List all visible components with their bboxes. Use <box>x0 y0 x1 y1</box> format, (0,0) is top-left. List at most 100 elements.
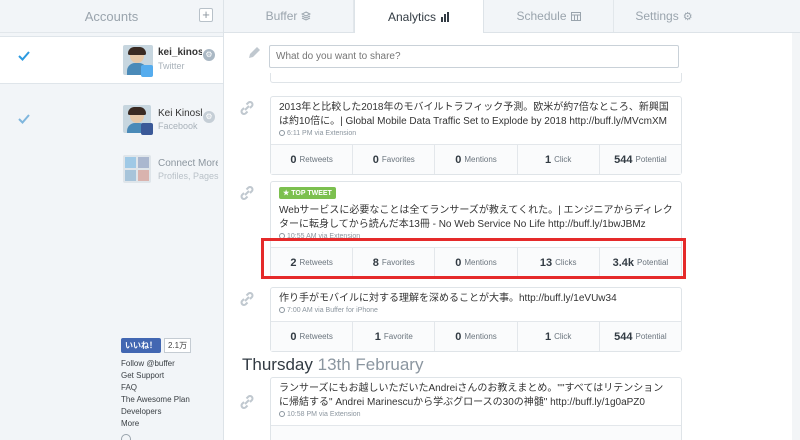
stat-retweets: 0 Retweets <box>271 145 354 174</box>
buffer-app: Accounts + kei_kinoshi Twitter ⚙ Kei Kin… <box>0 0 800 440</box>
stat-label: Mentions <box>464 155 497 164</box>
stat-value: 0 <box>290 153 297 166</box>
post-text: ランサーズにもお越しいただいたAndreiさんのお教えまとめ。""すべてはリテン… <box>279 383 664 408</box>
tab-schedule[interactable]: Schedule <box>484 0 614 32</box>
accounts-header: Accounts + <box>0 0 223 33</box>
stat-label: Mentions <box>464 332 497 341</box>
stat-potential: 544 Potential <box>600 145 681 174</box>
stat-label: Retweets <box>299 155 333 164</box>
post-time: 10:58 PM <box>287 411 317 418</box>
checkmark-icon <box>18 51 30 61</box>
twitter-badge-icon <box>141 65 153 77</box>
post-card: 作り手がモバイルに対する理解を深めることが大事。http://buff.ly/1… <box>270 287 682 352</box>
account-twitter[interactable]: kei_kinoshi Twitter ⚙ <box>0 36 223 84</box>
stat-value: 1 <box>544 153 552 166</box>
facebook-like-count: 2.1万 <box>164 338 192 353</box>
scrollbar[interactable] <box>792 33 800 440</box>
checkmark-icon <box>18 114 30 124</box>
sidebar-links: いいね！ 2.1万 Follow @buffer Get Support FAQ… <box>121 338 192 440</box>
day-date: 13th February <box>317 355 424 374</box>
stat-value: 0 <box>455 330 462 343</box>
post-stats: 0 Retweets 0 Favorites 0 Mentions 1 Click 54… <box>271 144 681 174</box>
post-text: Webサービスに必要なことは全てランサーズが教えてくれた。| エンジニアからディ… <box>279 205 673 230</box>
stat-value: 0 <box>455 153 462 166</box>
compose-input[interactable] <box>269 45 679 68</box>
clock-icon <box>279 130 285 136</box>
tab-analytics-label: Analytics <box>387 10 437 24</box>
post-meta: 10:58 PM via Extension <box>271 410 681 422</box>
gear-icon: ⚙ <box>682 10 693 23</box>
add-account-button[interactable]: + <box>199 8 213 22</box>
faq-link[interactable]: FAQ <box>121 382 191 394</box>
stack-icon <box>301 11 312 21</box>
link-icon <box>240 395 254 409</box>
tab-buffer[interactable]: Buffer <box>224 0 354 32</box>
stat-value: 0 <box>372 153 379 166</box>
account-facebook[interactable]: Kei Kinoshi Facebook ⚙ <box>0 101 223 137</box>
post-stats <box>271 425 681 440</box>
stat-value: 544 <box>614 330 633 343</box>
stat-label: Click <box>554 155 572 164</box>
stat-value: 1 <box>374 330 381 343</box>
clock-icon <box>279 411 285 417</box>
connect-more-sub: Profiles, Pages <box>158 171 219 181</box>
post-meta: 6:11 PM via Extension <box>271 129 681 141</box>
get-support-link[interactable]: Get Support <box>121 370 191 382</box>
account-name: Kei Kinoshi <box>158 108 202 119</box>
analytics-feed: 2013年と比較した2018年のモバイルトラフィック予測。欧米が約7倍なところ、… <box>224 33 800 440</box>
stat-mentions: 0 Mentions <box>435 145 518 174</box>
stat-favorites: 1 Favorite <box>353 322 436 351</box>
account-settings-icon[interactable]: ⚙ <box>203 49 215 61</box>
clock-icon <box>279 307 285 313</box>
pencil-icon <box>249 47 260 58</box>
awesome-plan-link[interactable]: The Awesome Plan <box>121 394 191 406</box>
stat-label: Favorite <box>383 332 413 341</box>
facebook-badge-icon <box>141 123 153 135</box>
stat-clicks: 1 Click <box>518 322 600 351</box>
stat-label: Click <box>554 332 572 341</box>
stat-value: 544 <box>614 153 633 166</box>
post-text: 2013年と比較した2018年のモバイルトラフィック予測。欧米が約7倍なところ、… <box>279 102 669 127</box>
stat-label: Favorites <box>381 155 415 164</box>
account-name: kei_kinoshi <box>158 47 202 58</box>
stat-clicks: 1 Click <box>518 145 600 174</box>
highlight-annotation-box <box>261 238 686 279</box>
previous-post-card <box>270 73 682 83</box>
post-via: via Extension <box>318 411 361 418</box>
calendar-icon <box>570 12 581 21</box>
tab-buffer-label: Buffer <box>265 9 298 23</box>
post-card: ランサーズにもお越しいただいたAndreiさんのお教えまとめ。""すべてはリテン… <box>270 377 682 440</box>
accounts-title: Accounts <box>84 8 139 24</box>
tab-schedule-label: Schedule <box>516 9 567 23</box>
post-time: 7:00 AM <box>287 307 313 314</box>
stat-label: Potential <box>635 155 667 164</box>
link-icon <box>240 101 254 115</box>
facebook-like-button[interactable]: いいね！ <box>121 338 161 353</box>
tab-analytics[interactable]: Analytics <box>354 0 484 34</box>
developers-link[interactable]: Developers <box>121 406 191 418</box>
post-time: 6:11 PM <box>287 130 313 137</box>
day-header: Thursday 13th February <box>242 355 423 375</box>
stat-label: Retweets <box>299 332 333 341</box>
account-settings-icon[interactable]: ⚙ <box>203 111 215 123</box>
stat-value: 0 <box>290 330 297 343</box>
connect-more[interactable]: Connect More Profiles, Pages <box>0 151 223 187</box>
more-link[interactable]: More <box>121 418 191 430</box>
accounts-sidebar: Accounts + kei_kinoshi Twitter ⚙ Kei Kin… <box>0 0 224 440</box>
post-text: 作り手がモバイルに対する理解を深めることが大事。http://buff.ly/1… <box>279 293 617 304</box>
stat-value: 1 <box>544 330 552 343</box>
account-network: Facebook <box>158 121 198 131</box>
social-networks-icon <box>123 155 151 183</box>
stat-mentions: 0 Mentions <box>435 322 518 351</box>
main-tabs: Buffer Analytics Schedule Settings ⚙ <box>224 0 800 34</box>
tab-settings[interactable]: Settings ⚙ <box>614 0 714 32</box>
day-name: Thursday <box>242 355 313 374</box>
stat-label: Potential <box>635 332 667 341</box>
post-card: 2013年と比較した2018年のモバイルトラフィック予測。欧米が約7倍なところ、… <box>270 96 682 175</box>
stat-favorites: 0 Favorites <box>353 145 436 174</box>
facebook-like-widget[interactable]: いいね！ 2.1万 <box>121 338 192 353</box>
post-via: via Extension <box>314 130 357 137</box>
follow-buffer-link[interactable]: Follow @buffer <box>121 358 191 370</box>
settings-gear-icon[interactable] <box>121 434 131 440</box>
account-network: Twitter <box>158 61 185 71</box>
